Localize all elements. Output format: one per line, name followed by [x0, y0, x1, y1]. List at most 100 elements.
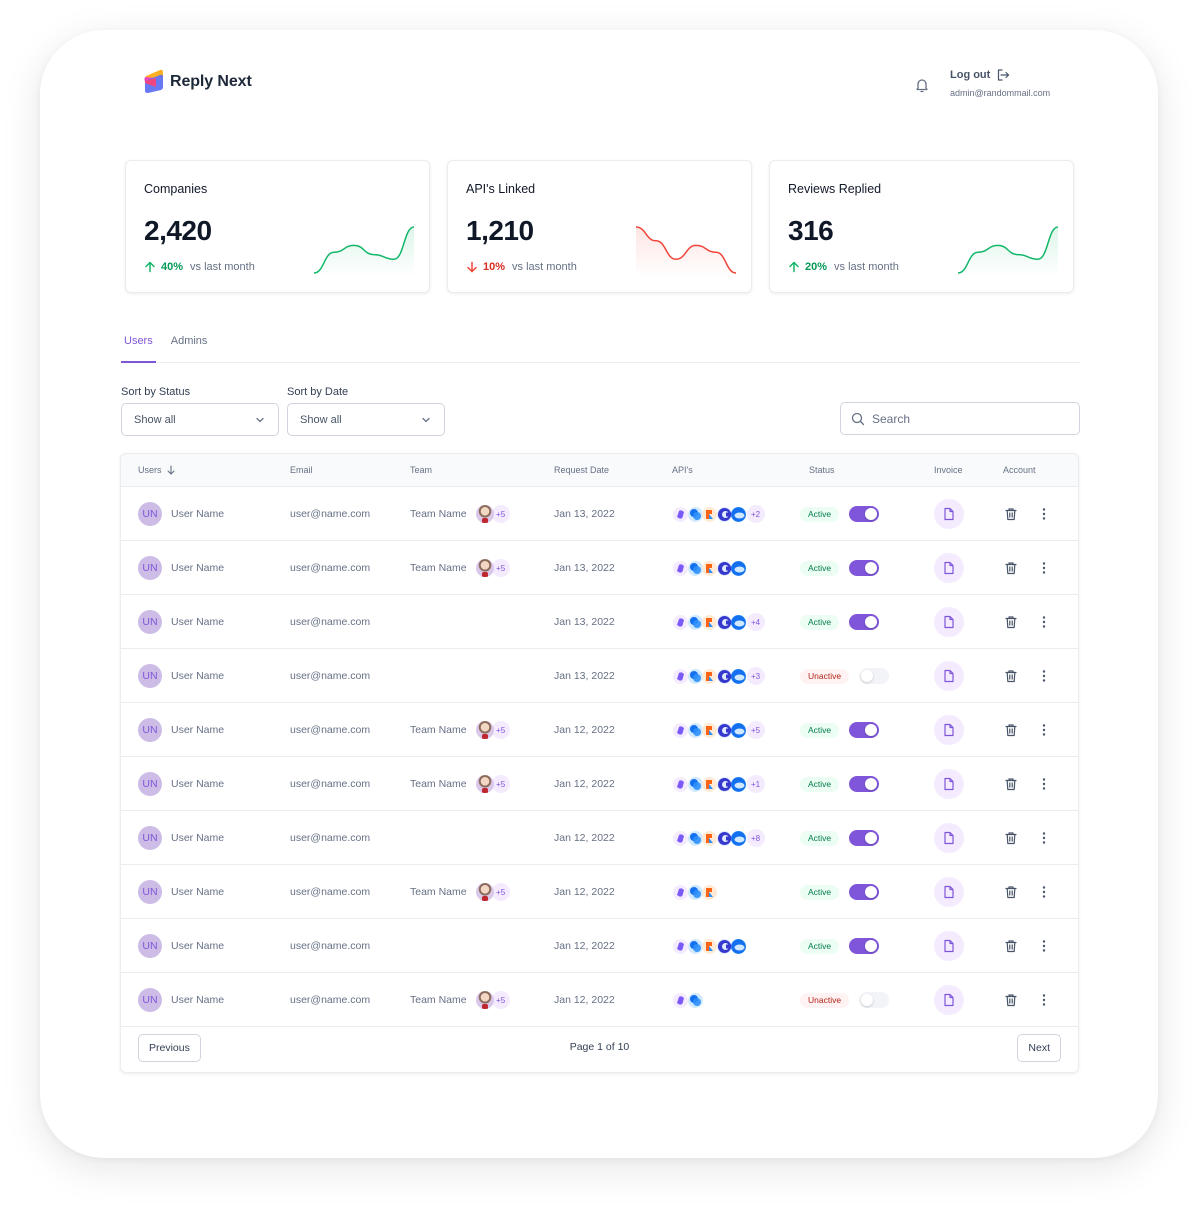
trash-icon[interactable] [1004, 777, 1018, 791]
team-avatars: +5 [475, 775, 510, 793]
status-toggle[interactable] [849, 614, 880, 630]
tab-admins[interactable]: Admins [168, 330, 211, 363]
more-vertical-icon[interactable] [1039, 993, 1049, 1007]
status-toggle[interactable] [849, 884, 880, 900]
search-input[interactable]: Search [840, 402, 1080, 435]
table-row[interactable]: UN User Name user@name.com Team Name +5 … [121, 865, 1078, 919]
api-list: +2 [673, 487, 765, 541]
invoice-button[interactable] [934, 607, 964, 637]
document-icon [944, 723, 954, 737]
trash-icon[interactable] [1004, 615, 1018, 629]
table-row[interactable]: UN User Name user@name.com Team Name +5 … [121, 973, 1078, 1027]
delete-cell [1004, 703, 1018, 757]
team-member-avatar [475, 991, 494, 1009]
table-row[interactable]: UN User Name user@name.com Team Name +5 … [121, 541, 1078, 595]
logout-button[interactable]: Log out [950, 68, 1050, 82]
stat-delta: 10% vs last month [466, 261, 577, 273]
invoice-button[interactable] [934, 823, 964, 853]
status-toggle[interactable] [849, 722, 880, 738]
invoice-button[interactable] [934, 931, 964, 961]
invoice-cell [934, 865, 964, 919]
delete-cell [1004, 757, 1018, 811]
trash-icon[interactable] [1004, 993, 1018, 1007]
more-vertical-icon[interactable] [1039, 507, 1049, 521]
api-list: +8 [673, 811, 765, 865]
table-row[interactable]: UN User Name user@name.com Team Name +5 … [121, 703, 1078, 757]
user-email: user@name.com [290, 562, 371, 574]
user-cell: UN User Name [138, 541, 224, 595]
more-vertical-icon[interactable] [1039, 831, 1049, 845]
table-row[interactable]: UN User Name user@name.com Jan 13, 2022 … [121, 595, 1078, 649]
more-vertical-icon[interactable] [1039, 939, 1049, 953]
user-cell: UN User Name [138, 487, 224, 541]
table-row[interactable]: UN User Name user@name.com Team Name +5 … [121, 757, 1078, 811]
user-name: User Name [171, 508, 225, 520]
date-filter: Sort by Date Show all [287, 386, 445, 436]
request-date: Jan 12, 2022 [554, 994, 615, 1006]
trash-icon[interactable] [1004, 561, 1018, 575]
invoice-button[interactable] [934, 877, 964, 907]
api-list: +3 [673, 649, 765, 703]
previous-button[interactable]: Previous [138, 1034, 201, 1062]
status-cell: Active [800, 757, 880, 811]
stat-title: API's Linked [466, 182, 536, 196]
next-button[interactable]: Next [1017, 1034, 1061, 1062]
toggle-knob [865, 940, 878, 952]
invoice-button[interactable] [934, 769, 964, 799]
table-row[interactable]: UN User Name user@name.com Jan 12, 2022 … [121, 919, 1078, 973]
status-toggle[interactable] [849, 560, 880, 576]
status-select[interactable]: Show all [121, 403, 279, 436]
invoice-button[interactable] [934, 499, 964, 529]
document-icon [944, 669, 954, 683]
more-vertical-icon[interactable] [1039, 777, 1049, 791]
bell-icon[interactable] [912, 75, 932, 95]
trash-icon[interactable] [1004, 507, 1018, 521]
user-email: user@name.com [290, 832, 371, 844]
trash-icon[interactable] [1004, 723, 1018, 737]
invoice-button[interactable] [934, 715, 964, 745]
status-toggle[interactable] [849, 506, 880, 522]
table-row[interactable]: UN User Name user@name.com Jan 13, 2022 … [121, 649, 1078, 703]
stat-title: Companies [144, 182, 208, 196]
sparkline-chart [314, 226, 414, 277]
status-toggle[interactable] [849, 830, 880, 846]
invoice-button[interactable] [934, 553, 964, 583]
app-logo[interactable]: Reply Next [144, 69, 252, 94]
blue-cloud-icon [731, 938, 746, 954]
column-header-users[interactable]: Users [138, 465, 176, 475]
user-name: User Name [171, 616, 225, 628]
more-vertical-icon[interactable] [1039, 669, 1049, 683]
trash-icon[interactable] [1004, 669, 1018, 683]
date-select[interactable]: Show all [287, 403, 445, 436]
more-vertical-icon[interactable] [1039, 885, 1049, 899]
document-icon [944, 939, 954, 953]
api-more-count: +3 [746, 667, 765, 685]
invoice-button[interactable] [934, 985, 964, 1015]
toggle-knob [865, 508, 878, 520]
trash-icon[interactable] [1004, 831, 1018, 845]
team-avatars: +5 [475, 883, 510, 901]
table-row[interactable]: UN User Name user@name.com Team Name +5 … [121, 487, 1078, 541]
reply-next-logo-icon [144, 69, 163, 93]
trash-icon[interactable] [1004, 939, 1018, 953]
arrow-down-icon [467, 261, 477, 273]
more-vertical-icon[interactable] [1039, 723, 1049, 737]
table-row[interactable]: UN User Name user@name.com Jan 12, 2022 … [121, 811, 1078, 865]
user-email: user@name.com [290, 778, 371, 790]
trash-icon[interactable] [1004, 885, 1018, 899]
team-member-avatar [475, 721, 494, 739]
more-vertical-icon[interactable] [1039, 615, 1049, 629]
tab-users[interactable]: Users [121, 330, 156, 363]
column-header-invoice: Invoice [934, 465, 963, 475]
invoice-button[interactable] [934, 661, 964, 691]
request-date: Jan 13, 2022 [554, 562, 615, 574]
more-vertical-icon[interactable] [1039, 561, 1049, 575]
status-toggle[interactable] [849, 938, 880, 954]
status-toggle[interactable] [849, 776, 880, 792]
status-toggle[interactable] [859, 668, 890, 684]
stat-delta-caption: vs last month [190, 261, 255, 273]
blue-circles-icon [687, 668, 703, 684]
status-toggle[interactable] [859, 992, 890, 1008]
logout-label: Log out [950, 69, 991, 81]
admin-email: admin@randommail.com [950, 88, 1051, 98]
